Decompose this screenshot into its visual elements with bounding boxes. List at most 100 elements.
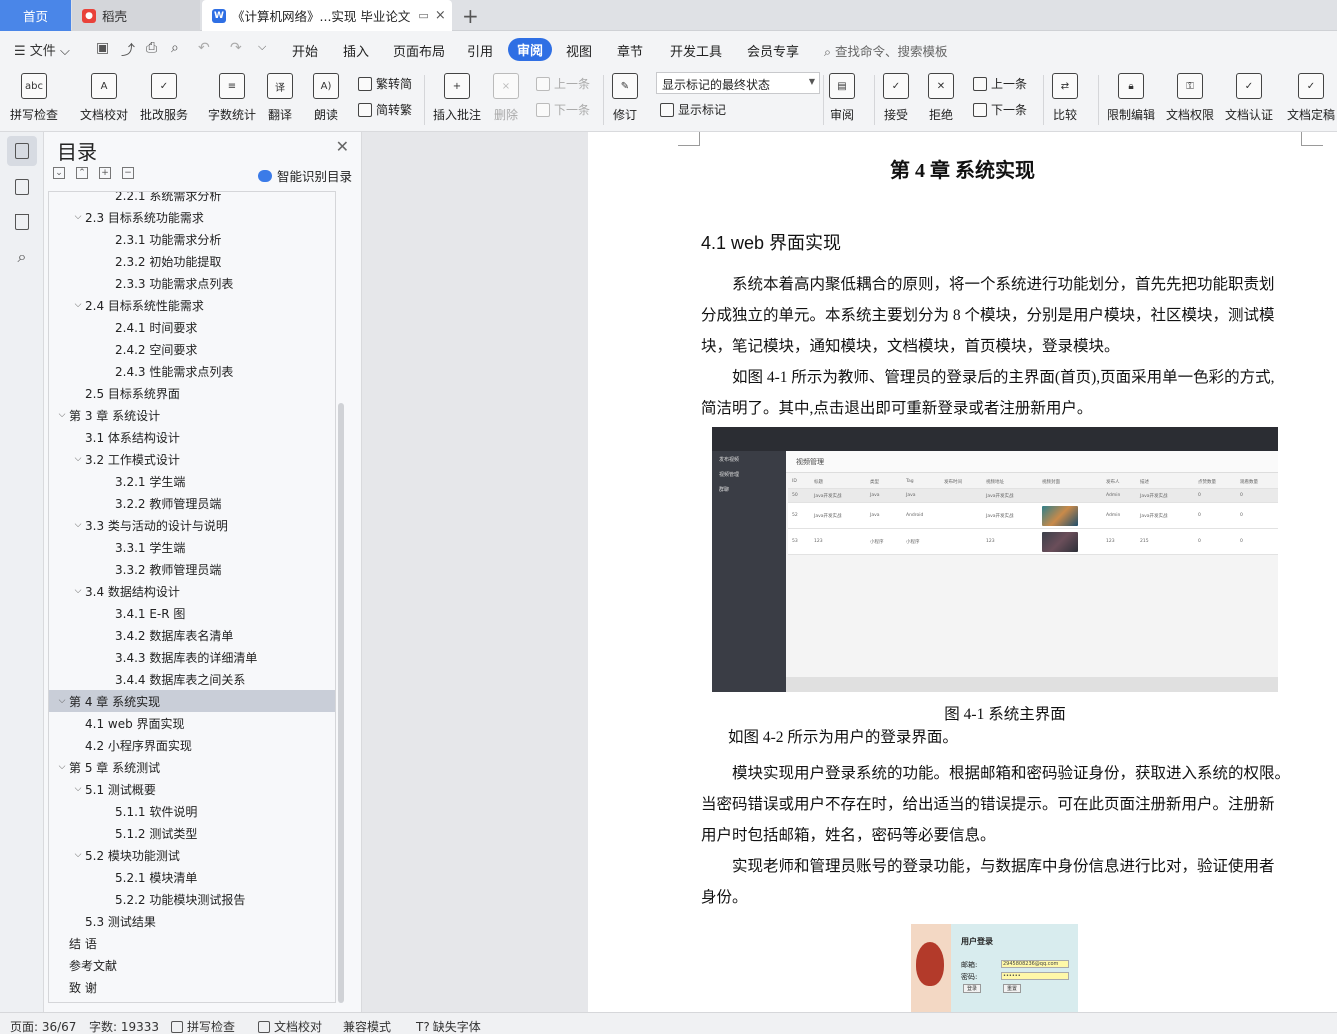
revise-button[interactable]: ✎ 修订 — [612, 71, 638, 127]
doc-finalize-button[interactable]: ✓ 文档定稿 — [1287, 71, 1335, 127]
markup-state-select[interactable]: 显示标记的最终状态 ▼ — [656, 72, 820, 94]
toc-item[interactable]: 2.3.1 功能需求分析 — [49, 228, 335, 250]
restrict-edit-button[interactable]: 🔒︎ 限制编辑 — [1107, 71, 1155, 127]
to-traditional-button[interactable]: 繁转简 — [358, 75, 412, 92]
close-icon[interactable]: ✕ — [336, 137, 349, 156]
to-simplified-button[interactable]: 简转繁 — [358, 101, 412, 118]
page-indicator[interactable]: 页面: 36/67 — [10, 1018, 76, 1034]
toc-item[interactable]: 3.3.2 教师管理员端 — [49, 558, 335, 580]
toc-item[interactable]: ⌵ 3.4 数据结构设计 — [49, 580, 335, 602]
new-tab-button[interactable]: + — [462, 4, 479, 28]
close-icon[interactable]: × — [435, 8, 446, 23]
chevron-down-icon[interactable]: ⌵ — [71, 850, 85, 860]
tab-page-layout[interactable]: 页面布局 — [393, 41, 445, 60]
status-doc-proof[interactable]: 文档校对 — [258, 1018, 322, 1034]
status-spell-check[interactable]: 拼写检查 — [171, 1018, 235, 1034]
doc-certify-button[interactable]: ✓ 文档认证 — [1225, 71, 1273, 127]
toc-item[interactable]: 3.2.1 学生端 — [49, 470, 335, 492]
spell-check-button[interactable]: abc 拼写检查 — [10, 71, 58, 127]
toc-item[interactable]: 3.4.3 数据库表的详细清单 — [49, 646, 335, 668]
prev-comment-button[interactable]: 上一条 — [536, 75, 590, 92]
toc-item[interactable]: 3.2.2 教师管理员端 — [49, 492, 335, 514]
accept-button[interactable]: ✓ 接受 — [883, 71, 909, 127]
tab-chapter[interactable]: 章节 — [617, 41, 643, 60]
chevron-down-icon[interactable]: ⌵ — [71, 212, 85, 222]
toc-scrollbar[interactable] — [338, 403, 344, 1003]
reject-button[interactable]: ✕ 拒绝 — [928, 71, 954, 127]
bookmark-button[interactable] — [7, 207, 37, 237]
toc-item[interactable]: 3.1 体系结构设计 — [49, 426, 335, 448]
chevron-down-icon[interactable]: ⌵ — [71, 586, 85, 596]
chevron-down-icon[interactable]: ⌵ — [55, 762, 69, 772]
doc-permission-button[interactable]: ⚿ 文档权限 — [1166, 71, 1214, 127]
quick-access-dropdown-icon[interactable]: ⌵ — [258, 40, 266, 54]
collapse-all-icon[interactable]: ⌄ — [53, 167, 65, 179]
chevron-down-icon[interactable]: ⌵ — [55, 410, 69, 420]
tab-start[interactable]: 开始 — [292, 41, 318, 60]
toc-item[interactable]: 5.3 测试结果 — [49, 910, 335, 932]
toc-item[interactable]: 2.4.2 空间要求 — [49, 338, 335, 360]
toc-item[interactable]: 4.1 web 界面实现 — [49, 712, 335, 734]
toc-item[interactable]: ⌵ 2.3 目标系统功能需求 — [49, 206, 335, 228]
show-markup-button[interactable]: 显示标记 — [660, 101, 726, 118]
toc-item[interactable]: ⌵ 第 3 章 系统设计 — [49, 404, 335, 426]
minus-icon[interactable]: − — [122, 167, 134, 179]
command-search[interactable]: ⌕ 查找命令、搜索模板 — [824, 41, 948, 60]
toc-item[interactable]: ⌵ 第 4 章 系统实现 — [49, 690, 335, 712]
print-icon[interactable]: ⎙ — [146, 40, 157, 56]
toc-item[interactable]: 5.2.1 模块清单 — [49, 866, 335, 888]
toc-item[interactable]: 3.4.4 数据库表之间关系 — [49, 668, 335, 690]
toc-item[interactable]: 5.2.2 功能模块测试报告 — [49, 888, 335, 910]
tab-insert[interactable]: 插入 — [343, 41, 369, 60]
compare-button[interactable]: ⇄ 比较 — [1052, 71, 1078, 127]
tab-window-icon[interactable]: ▭ — [418, 9, 428, 22]
print-preview-icon[interactable]: ⌕ — [171, 40, 179, 56]
toc-item[interactable]: 5.1.1 软件说明 — [49, 800, 335, 822]
word-count-button[interactable]: ≡ 字数统计 — [208, 71, 256, 127]
undo-icon[interactable]: ↶ — [198, 40, 210, 56]
toc-item[interactable]: 2.4.3 性能需求点列表 — [49, 360, 335, 382]
tab-view[interactable]: 视图 — [566, 41, 592, 60]
correction-service-button[interactable]: ✓ 批改服务 — [140, 71, 188, 127]
prev-change-button[interactable]: 上一条 — [973, 75, 1027, 92]
chevron-down-icon[interactable]: ⌵ — [71, 784, 85, 794]
tab-daoke[interactable]: ● 稻壳 — [72, 0, 200, 31]
toc-item[interactable]: 3.3.1 学生端 — [49, 536, 335, 558]
save-icon[interactable]: ▣ — [96, 40, 109, 56]
doc-proof-button[interactable]: A 文档校对 — [80, 71, 128, 127]
toc-item[interactable]: 参考文献 — [49, 954, 335, 976]
read-aloud-button[interactable]: A) 朗读 — [313, 71, 339, 127]
tab-document[interactable]: W 《计算机网络》...实现 毕业论文 ▭ × — [202, 0, 452, 31]
word-count-indicator[interactable]: 字数: 19333 — [89, 1018, 159, 1034]
toc-item[interactable]: ⌵ 2.4 目标系统性能需求 — [49, 294, 335, 316]
tab-developer[interactable]: 开发工具 — [670, 41, 722, 60]
toc-item[interactable]: 结 语 — [49, 932, 335, 954]
chevron-down-icon[interactable]: ⌵ — [71, 300, 85, 310]
chapter-nav-button[interactable] — [7, 172, 37, 202]
missing-font-button[interactable]: T? 缺失字体 — [416, 1018, 481, 1034]
tab-review[interactable]: 审阅 — [508, 38, 553, 61]
tab-reference[interactable]: 引用 — [467, 41, 493, 60]
tab-home[interactable]: 首页 — [0, 0, 71, 31]
toc-item[interactable]: ⌵ 第 5 章 系统测试 — [49, 756, 335, 778]
next-change-button[interactable]: 下一条 — [973, 101, 1027, 118]
delete-comment-button[interactable]: × 删除 — [493, 71, 519, 127]
toc-item[interactable]: 2.3.2 初始功能提取 — [49, 250, 335, 272]
toc-panel-button[interactable] — [7, 136, 37, 166]
review-pane-button[interactable]: ▤ 审阅 — [829, 71, 855, 127]
toc-item[interactable]: ⌵ 5.2 模块功能测试 — [49, 844, 335, 866]
tab-member[interactable]: 会员专享 — [747, 41, 799, 60]
share-icon[interactable]: ⤴ — [121, 40, 135, 60]
toc-item[interactable]: 2.4.1 时间要求 — [49, 316, 335, 338]
toc-item[interactable]: ⌵ 3.3 类与活动的设计与说明 — [49, 514, 335, 536]
plus-icon[interactable]: + — [99, 167, 111, 179]
chevron-down-icon[interactable]: ⌵ — [55, 696, 69, 706]
toc-item[interactable]: ⌵ 3.2 工作模式设计 — [49, 448, 335, 470]
chevron-down-icon[interactable]: ⌵ — [71, 520, 85, 530]
toc-item[interactable]: 5.1.2 测试类型 — [49, 822, 335, 844]
toc-item[interactable]: 2.2.1 系统需求分析 — [49, 192, 335, 206]
find-button[interactable]: ⌕ — [7, 242, 37, 272]
toc-item[interactable]: 3.4.2 数据库表名清单 — [49, 624, 335, 646]
toc-item[interactable]: 4.2 小程序界面实现 — [49, 734, 335, 756]
file-menu-button[interactable]: ☰ 文件 ⌵ — [14, 40, 70, 59]
